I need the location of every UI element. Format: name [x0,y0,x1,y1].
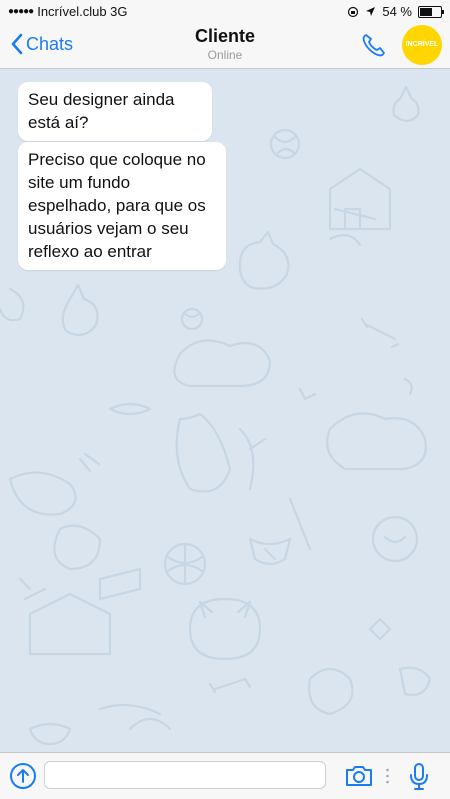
status-left: ●●●●● Incrível.club 3G [8,4,128,19]
status-right: 54 % [347,4,444,19]
message-text: Seu designer ainda está aí? [28,90,175,132]
attach-button[interactable] [10,763,36,789]
microphone-icon[interactable] [408,762,430,792]
location-arrow-icon [366,7,376,16]
message-bubble[interactable]: Seu designer ainda está aí? [18,82,212,141]
avatar[interactable]: INCRÍVEL [402,25,442,65]
message-bubble[interactable]: Preciso que coloque no site um fundo esp… [18,142,226,270]
separator-dots-icon [386,768,389,784]
chat-area: Seu designer ainda está aí? Preciso que … [0,69,450,752]
input-bar [0,752,450,799]
camera-icon[interactable] [344,764,374,788]
carrier-label: Incrível.club 3G [37,4,128,19]
attach-icon [17,769,29,783]
battery-percent: 54 % [382,4,412,19]
status-bar: ●●●●● Incrível.club 3G 54 % [0,0,450,22]
message-input[interactable] [44,761,326,789]
signal-dots-icon: ●●●●● [8,6,34,17]
message-text: Preciso que coloque no site um fundo esp… [28,150,206,261]
battery-fill [420,7,432,16]
battery-icon [418,5,444,18]
rotation-lock-icon [348,6,359,17]
navigation-bar: Chats Cliente Online INCRÍVEL [0,22,450,69]
phone-icon[interactable] [360,31,388,59]
